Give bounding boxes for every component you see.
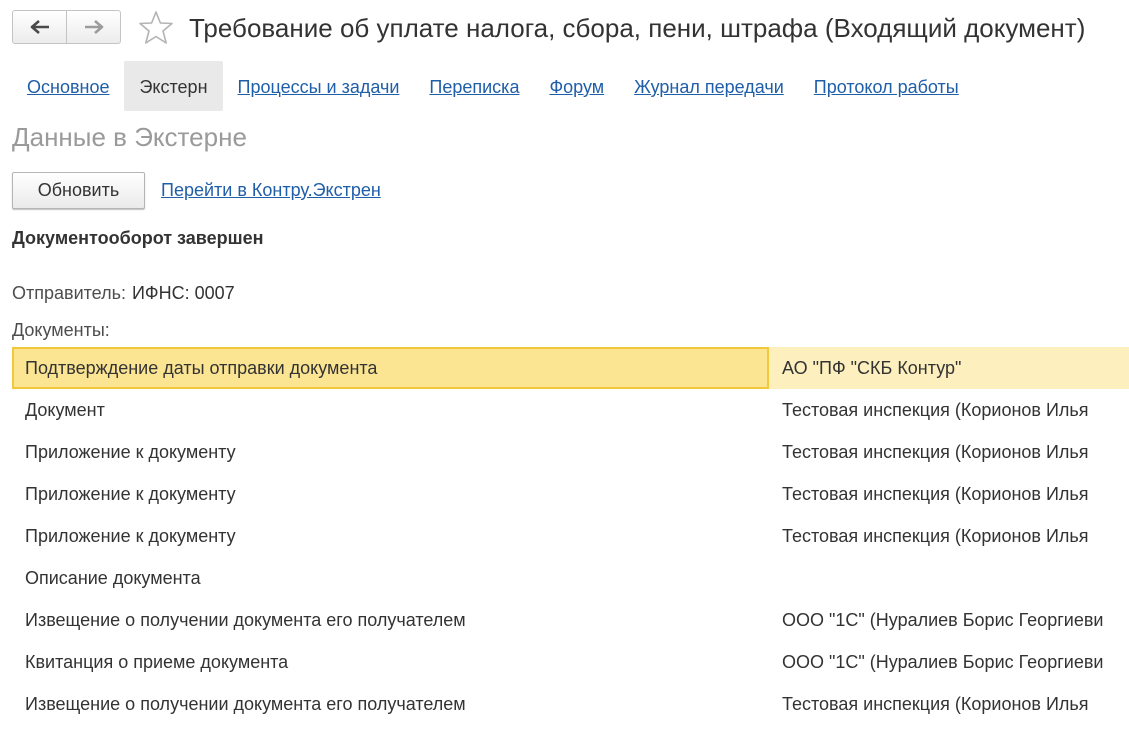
open-kontur-link[interactable]: Перейти в Контру.Экстрен: [161, 178, 381, 202]
back-button[interactable]: [13, 11, 66, 43]
document-sender-cell[interactable]: ООО "1С" (Нуралиев Борис Георгиеви: [782, 599, 1129, 641]
document-sender-cell[interactable]: Тестовая инспекция (Корионов Илья: [782, 515, 1129, 557]
sender-value: ИФНС: 0007: [131, 283, 235, 303]
document-name-cell[interactable]: Извещение о получении документа его полу…: [12, 683, 769, 725]
table-row[interactable]: Подтверждение даты отправки документа АО…: [12, 347, 1129, 389]
table-row[interactable]: Описание документа: [12, 557, 1129, 599]
document-sender-cell[interactable]: Тестовая инспекция (Корионов Илья: [782, 389, 1129, 431]
arrow-right-icon: [84, 20, 103, 34]
tab-bar: Основное Экстерн Процессы и задачи Переп…: [12, 61, 974, 111]
table-row[interactable]: Извещение о получении документа его полу…: [12, 599, 1129, 641]
document-sender-cell[interactable]: [782, 557, 1129, 599]
document-name-cell[interactable]: Документ: [12, 389, 769, 431]
table-row[interactable]: Документ Тестовая инспекция (Корионов Ил…: [12, 389, 1129, 431]
tab-extern[interactable]: Экстерн: [124, 61, 223, 111]
refresh-button[interactable]: Обновить: [12, 172, 145, 209]
forward-button[interactable]: [66, 11, 120, 43]
workflow-status: Документооборот завершен: [12, 228, 264, 248]
documents-label: Документы:: [12, 320, 110, 340]
document-sender-cell[interactable]: Тестовая инспекция (Корионов Илья: [782, 431, 1129, 473]
document-sender-cell[interactable]: Тестовая инспекция (Корионов Илья: [782, 683, 1129, 725]
tab-main[interactable]: Основное: [12, 61, 124, 111]
tab-processes-tasks[interactable]: Процессы и задачи: [223, 61, 415, 111]
document-name-cell[interactable]: Квитанция о приеме документа: [12, 641, 769, 683]
table-row[interactable]: Приложение к документу Тестовая инспекци…: [12, 515, 1129, 557]
tab-forum[interactable]: Форум: [534, 61, 619, 111]
document-sender-cell[interactable]: АО "ПФ "СКБ Контур": [782, 347, 1129, 389]
document-name-cell[interactable]: Описание документа: [12, 557, 769, 599]
table-row[interactable]: Приложение к документу Тестовая инспекци…: [12, 431, 1129, 473]
arrow-left-icon: [30, 20, 49, 34]
document-name-cell[interactable]: Извещение о получении документа его полу…: [12, 599, 769, 641]
sender-label: Отправитель:: [12, 283, 126, 303]
document-name-cell[interactable]: Приложение к документу: [12, 515, 769, 557]
document-sender-cell[interactable]: ООО "1С" (Нуралиев Борис Георгиеви: [782, 641, 1129, 683]
star-icon: [139, 11, 173, 44]
table-row[interactable]: Приложение к документу Тестовая инспекци…: [12, 473, 1129, 515]
document-name-cell[interactable]: Приложение к документу: [12, 473, 769, 515]
document-name-cell[interactable]: Подтверждение даты отправки документа: [12, 347, 769, 389]
table-row[interactable]: Квитанция о приеме документа ООО "1С" (Н…: [12, 641, 1129, 683]
favorite-button[interactable]: [137, 9, 175, 47]
window-titlebar: Требование об уплате налога, сбора, пени…: [0, 0, 1129, 56]
history-nav: [12, 10, 121, 44]
tab-work-protocol[interactable]: Протокол работы: [799, 61, 974, 111]
table-row[interactable]: Извещение о получении документа его полу…: [12, 683, 1129, 725]
section-title: Данные в Экстерне: [12, 122, 247, 152]
tab-transfer-log[interactable]: Журнал передачи: [619, 61, 799, 111]
documents-table: Подтверждение даты отправки документа АО…: [12, 347, 1129, 725]
window-title: Требование об уплате налога, сбора, пени…: [189, 13, 1086, 43]
tab-correspondence[interactable]: Переписка: [414, 61, 534, 111]
sender-info: Отправитель: ИФНС: 0007: [12, 281, 235, 305]
document-name-cell[interactable]: Приложение к документу: [12, 431, 769, 473]
document-sender-cell[interactable]: Тестовая инспекция (Корионов Илья: [782, 473, 1129, 515]
